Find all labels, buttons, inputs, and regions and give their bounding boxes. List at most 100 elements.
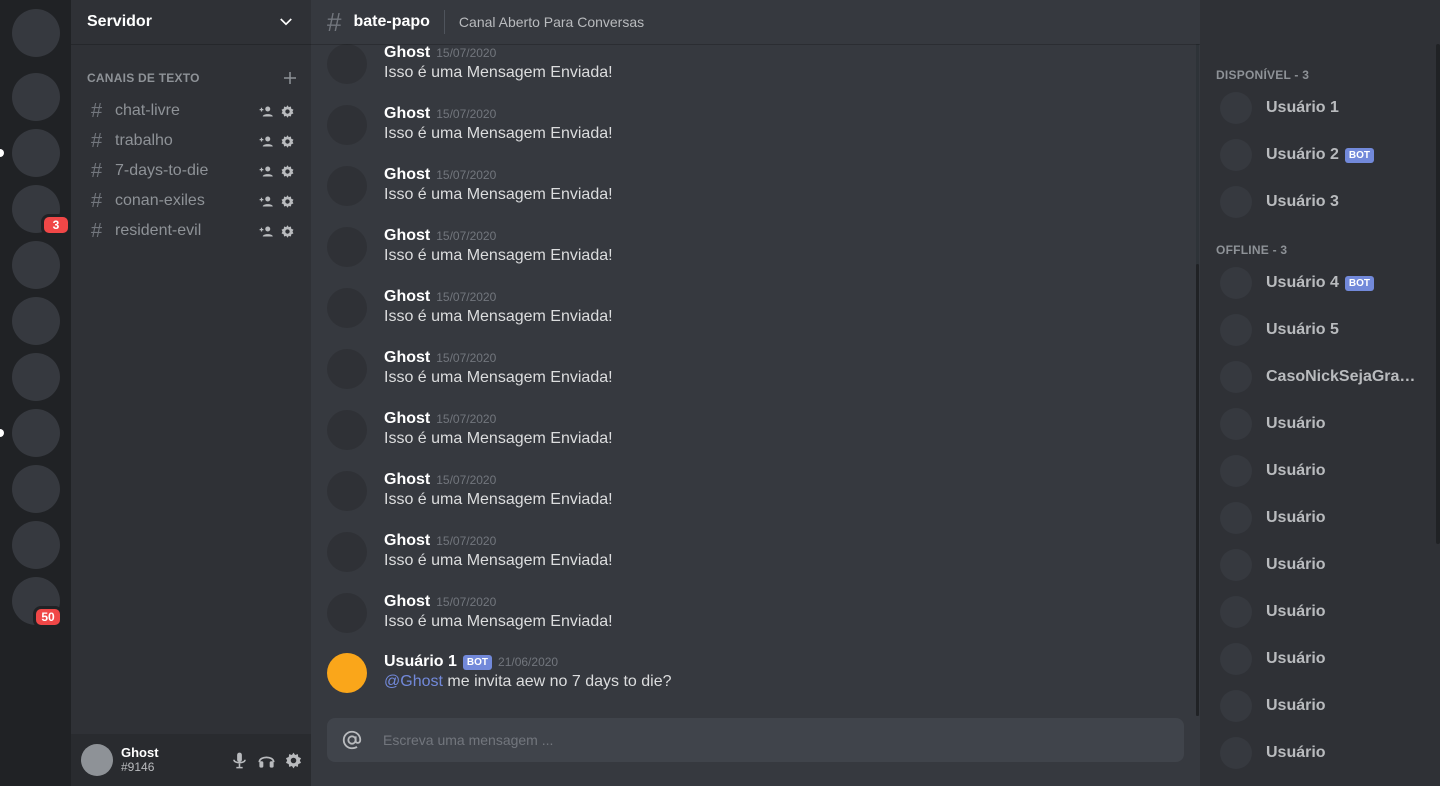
gear-icon[interactable] (280, 134, 295, 149)
headphones-icon[interactable] (257, 751, 276, 770)
avatar[interactable] (327, 288, 367, 328)
avatar[interactable] (327, 166, 367, 206)
member-item[interactable]: Usuário (1208, 638, 1432, 680)
gear-icon[interactable] (280, 194, 295, 209)
channel-item[interactable]: # conan-exiles (79, 186, 303, 216)
message-author[interactable]: Ghost (384, 349, 430, 367)
avatar[interactable] (327, 105, 367, 145)
server-icon[interactable] (12, 297, 60, 345)
scrollbar-thumb[interactable] (1196, 264, 1199, 716)
message-author[interactable]: Ghost (384, 166, 430, 184)
member-name: Usuário (1266, 415, 1326, 432)
channel-category[interactable]: CANAIS DE TEXTO (71, 68, 311, 88)
avatar[interactable] (327, 227, 367, 267)
channel-item[interactable]: # trabalho (79, 126, 303, 156)
gear-icon[interactable] (280, 104, 295, 119)
gear-icon[interactable] (284, 751, 303, 770)
hash-icon: # (91, 99, 103, 122)
message-input[interactable] (383, 732, 1170, 748)
avatar[interactable] (327, 44, 367, 84)
message-author[interactable]: Ghost (384, 44, 430, 62)
avatar[interactable] (327, 471, 367, 511)
message: Ghost 15/07/2020 Isso é uma Mensagem Envi… (327, 410, 1187, 471)
avatar[interactable] (327, 532, 367, 572)
member-item[interactable]: Usuário (1208, 685, 1432, 727)
message-author[interactable]: Ghost (384, 593, 430, 611)
message-body: me invita aew no 7 days to die? (447, 673, 672, 690)
channel-item[interactable]: # chat-livre (79, 96, 303, 126)
member-name: Usuário 5 (1266, 321, 1339, 338)
unread-indicator (0, 149, 4, 157)
message-text: Isso é uma Mensagem Enviada! (384, 613, 613, 630)
message-author[interactable]: Ghost (384, 105, 430, 123)
add-user-icon[interactable] (259, 224, 274, 239)
member-item[interactable]: Usuário (1208, 544, 1432, 586)
add-user-icon[interactable] (259, 104, 274, 119)
avatar[interactable] (327, 349, 367, 389)
message-list[interactable]: Ghost 15/07/2020 Isso é uma Mensagem Envi… (311, 44, 1197, 716)
gear-icon[interactable] (280, 164, 295, 179)
bot-badge: BOT (462, 654, 493, 670)
avatar[interactable] (327, 653, 367, 693)
server-icon[interactable] (12, 465, 60, 513)
member-item[interactable]: Usuário 3 (1208, 181, 1432, 223)
message-author[interactable]: Ghost (384, 471, 430, 489)
message-composer (327, 718, 1184, 762)
avatar (1220, 455, 1252, 487)
bot-badge: BOT (1344, 147, 1375, 163)
gear-icon[interactable] (280, 224, 295, 239)
message-author[interactable]: Ghost (384, 227, 430, 245)
channel-name: chat-livre (115, 102, 180, 119)
message-text: Isso é uma Mensagem Enviada! (384, 186, 613, 203)
member-group-online: DISPONÍVEL - 3 (1216, 68, 1310, 82)
hash-icon: # (91, 219, 103, 242)
server-icon[interactable] (12, 241, 60, 289)
message-author[interactable]: Ghost (384, 532, 430, 550)
microphone-icon[interactable] (230, 751, 249, 770)
add-user-icon[interactable] (259, 194, 274, 209)
add-user-icon[interactable] (259, 164, 274, 179)
hash-icon: # (91, 189, 103, 212)
avatar[interactable] (327, 410, 367, 450)
member-name: Usuário 4 (1266, 274, 1339, 291)
channel-item[interactable]: # 7-days-to-die (79, 156, 303, 186)
avatar[interactable] (327, 593, 367, 633)
message-author[interactable]: Usuário 1 (384, 653, 457, 671)
message-text: Isso é uma Mensagem Enviada! (384, 491, 613, 508)
server-icon[interactable] (12, 73, 60, 121)
scrollbar-thumb[interactable] (1436, 44, 1440, 544)
server-icon[interactable] (12, 353, 60, 401)
server-header[interactable]: Servidor (71, 0, 311, 44)
member-item[interactable]: Usuário 2 BOT (1208, 134, 1432, 176)
member-item[interactable]: Usuário 4 BOT (1208, 262, 1432, 304)
avatar (1220, 549, 1252, 581)
server-icon[interactable] (12, 129, 60, 177)
channel-topic: Canal Aberto Para Conversas (458, 14, 645, 30)
message-timestamp: 15/07/2020 (436, 412, 497, 426)
server-icon[interactable] (12, 409, 60, 457)
avatar (1220, 186, 1252, 218)
avatar[interactable] (81, 744, 113, 776)
user-mention[interactable]: @Ghost (384, 673, 443, 690)
message-text: Isso é uma Mensagem Enviada! (384, 64, 613, 81)
member-item[interactable]: Usuário 5 (1208, 309, 1432, 351)
member-item[interactable]: Usuário 1 (1208, 87, 1432, 129)
server-icon[interactable] (12, 9, 60, 57)
member-item[interactable]: Usuário (1208, 450, 1432, 492)
bot-badge: BOT (1344, 275, 1375, 291)
hash-icon: # (327, 6, 342, 37)
message-author[interactable]: Ghost (384, 410, 430, 428)
plus-icon[interactable] (281, 69, 299, 87)
at-sign-icon[interactable] (341, 729, 363, 751)
channel-item[interactable]: # resident-evil (79, 216, 303, 246)
member-item[interactable]: Usuário (1208, 497, 1432, 539)
avatar (1220, 690, 1252, 722)
server-icon[interactable] (12, 521, 60, 569)
member-item[interactable]: Usuário (1208, 591, 1432, 633)
add-user-icon[interactable] (259, 134, 274, 149)
member-item[interactable]: Usuário (1208, 403, 1432, 445)
member-item[interactable]: Usuário (1208, 732, 1432, 774)
message-author[interactable]: Ghost (384, 288, 430, 306)
chat-area: # bate-papo Canal Aberto Para Conversas … (311, 0, 1200, 786)
member-item[interactable]: CasoNickSejaGrandeDemais (1208, 356, 1432, 398)
